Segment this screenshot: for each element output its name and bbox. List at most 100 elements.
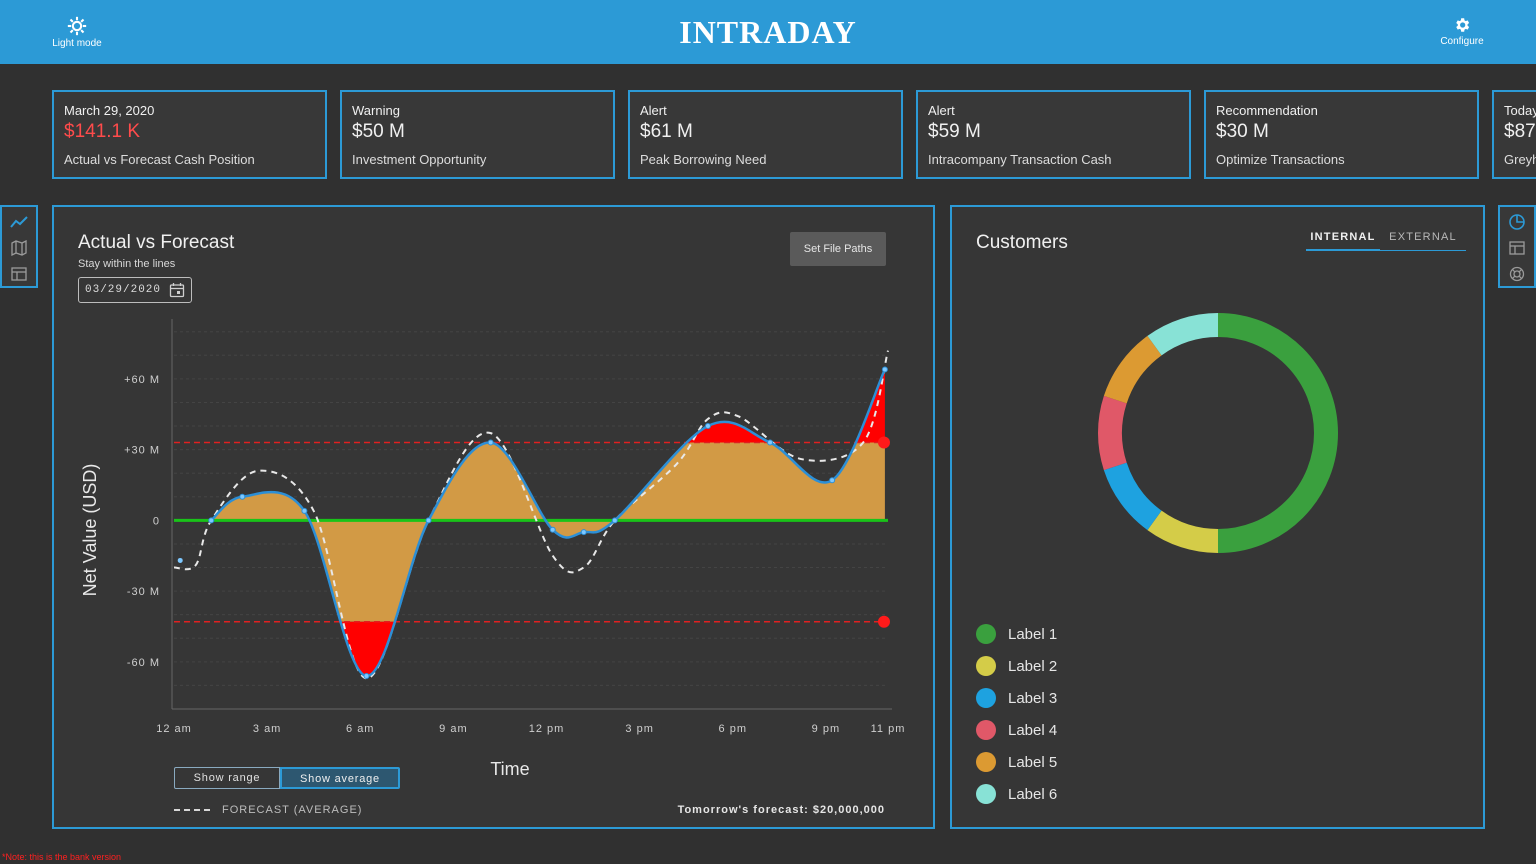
configure-button[interactable]: Configure	[1422, 16, 1502, 47]
x-axis-title: Time	[490, 759, 529, 779]
actual-point	[425, 517, 432, 524]
actual-point	[363, 672, 370, 679]
map-icon	[11, 240, 27, 256]
y-tick-label: -60 M	[127, 657, 160, 669]
nav-pie-chart[interactable]	[1500, 209, 1534, 235]
kpi-value: $61 M	[640, 121, 693, 142]
forecast-legend-label: FORECAST (AVERAGE)	[222, 804, 363, 816]
lower-limit-marker	[878, 615, 890, 628]
x-tick-label: 6 am	[346, 723, 374, 735]
line-chart-icon	[10, 216, 28, 228]
footer-note: *Note: this is the bank version	[2, 852, 122, 862]
lifebuoy-icon	[1509, 266, 1525, 282]
tab-active-indicator	[1306, 249, 1380, 251]
table-icon	[11, 267, 27, 281]
legend-label: Label 3	[1008, 689, 1058, 707]
nav-support[interactable]	[1500, 261, 1534, 287]
show-range-toggle[interactable]: Show range	[174, 767, 280, 789]
legend-item-label-3[interactable]: Label 3	[976, 687, 1057, 709]
actual-point	[208, 517, 215, 524]
y-axis-title: Net Value (USD)	[80, 464, 100, 597]
x-tick-label: 3 am	[253, 723, 281, 735]
tomorrow-forecast: Tomorrow's forecast: $20,000,000	[677, 804, 885, 816]
donut-slice	[1098, 395, 1127, 471]
actual-vs-forecast-panel: Actual vs Forecast Stay within the lines…	[52, 205, 935, 829]
actual-point	[881, 366, 888, 373]
actual-point	[239, 493, 246, 500]
dashed-line-swatch	[174, 809, 210, 812]
table-icon	[1509, 241, 1525, 255]
legend-label: Label 1	[1008, 625, 1058, 643]
donut-slice	[1103, 462, 1162, 531]
y-tick-label: +60 M	[124, 374, 160, 386]
kpi-card-borrowing[interactable]: Alert $61 M Peak Borrowing Need	[628, 90, 903, 179]
kpi-desc: Peak Borrowing Need	[640, 152, 767, 167]
nav-line-chart[interactable]	[2, 209, 36, 235]
left-view-nav	[0, 205, 38, 288]
donut-slice	[1103, 335, 1162, 404]
x-tick-label: 11 pm	[871, 723, 906, 735]
kpi-desc: Investment Opportunity	[352, 152, 487, 167]
customers-panel: Customers INTERNAL EXTERNAL Label 1 Labe…	[950, 205, 1485, 829]
legend-item-label-5[interactable]: Label 5	[976, 751, 1057, 773]
actual-point	[487, 439, 494, 446]
legend-dot	[976, 720, 996, 740]
donut-slice	[1147, 510, 1219, 553]
legend-dot	[976, 784, 996, 804]
actual-point	[549, 526, 556, 533]
nav-map[interactable]	[2, 235, 36, 261]
legend-item-label-1[interactable]: Label 1	[976, 623, 1057, 645]
kpi-value: $30 M	[1216, 121, 1269, 142]
actual-point	[704, 423, 711, 430]
x-tick-label: 6 pm	[719, 723, 747, 735]
actual-point	[611, 517, 618, 524]
legend-dot	[976, 752, 996, 772]
kpi-label: Recommendation	[1216, 103, 1318, 118]
kpi-card-recommendation[interactable]: Recommendation $30 M Optimize Transactio…	[1204, 90, 1479, 179]
kpi-card-investment[interactable]: Warning $50 M Investment Opportunity	[340, 90, 615, 179]
legend-item-label-6[interactable]: Label 6	[976, 783, 1057, 805]
forecast-legend: FORECAST (AVERAGE)	[174, 804, 362, 816]
kpi-desc: Optimize Transactions	[1216, 152, 1345, 167]
kpi-desc: Greyh	[1504, 152, 1536, 167]
upper-limit-marker	[878, 436, 890, 449]
legend-item-label-2[interactable]: Label 2	[976, 655, 1057, 677]
kpi-cards: March 29, 2020 $141.1 K Actual vs Foreca…	[52, 90, 1536, 180]
nav-table[interactable]	[1500, 235, 1534, 261]
kpi-card-cash-position[interactable]: March 29, 2020 $141.1 K Actual vs Foreca…	[52, 90, 327, 179]
kpi-card-today[interactable]: Today $87 Greyh	[1492, 90, 1536, 179]
legend-dot	[976, 688, 996, 708]
actual-point	[767, 439, 774, 446]
actual-vs-forecast-chart: +60 M +30 M 0 -30 M -60 M 12 am 3 am 6 am 9 am 12…	[80, 319, 906, 779]
nav-table[interactable]	[2, 261, 36, 287]
customers-donut-chart	[1098, 313, 1338, 553]
tab-internal[interactable]: INTERNAL	[1306, 229, 1380, 243]
x-tick-label: 12 am	[156, 723, 192, 735]
app-brand: INTRADAY	[679, 14, 857, 50]
right-view-nav	[1498, 205, 1536, 288]
actual-point	[301, 507, 308, 514]
x-tick-label: 9 am	[439, 723, 467, 735]
x-tick-label: 9 pm	[812, 723, 840, 735]
pie-chart-icon	[1509, 214, 1525, 230]
kpi-label: March 29, 2020	[64, 103, 155, 118]
tab-external[interactable]: EXTERNAL	[1380, 229, 1466, 243]
show-average-toggle[interactable]: Show average	[280, 767, 400, 789]
legend-label: Label 6	[1008, 785, 1058, 803]
gear-icon	[1456, 18, 1470, 32]
legend-label: Label 2	[1008, 657, 1058, 675]
kpi-label: Today	[1504, 103, 1536, 118]
kpi-desc: Intracompany Transaction Cash	[928, 152, 1112, 167]
kpi-value: $87	[1504, 121, 1536, 142]
kpi-desc: Actual vs Forecast Cash Position	[64, 152, 255, 167]
x-tick-label: 12 pm	[529, 723, 565, 735]
legend-item-label-4[interactable]: Label 4	[976, 719, 1057, 741]
app-header: Light mode INTRADAY Configure	[0, 0, 1536, 64]
donut-slice	[1147, 313, 1219, 356]
legend-dot	[976, 656, 996, 676]
kpi-value: $141.1 K	[64, 121, 141, 142]
kpi-label: Alert	[928, 103, 955, 118]
y-tick-label: 0	[153, 515, 160, 527]
donut-slice	[1217, 313, 1338, 553]
kpi-card-intracompany[interactable]: Alert $59 M Intracompany Transaction Cas…	[916, 90, 1191, 179]
